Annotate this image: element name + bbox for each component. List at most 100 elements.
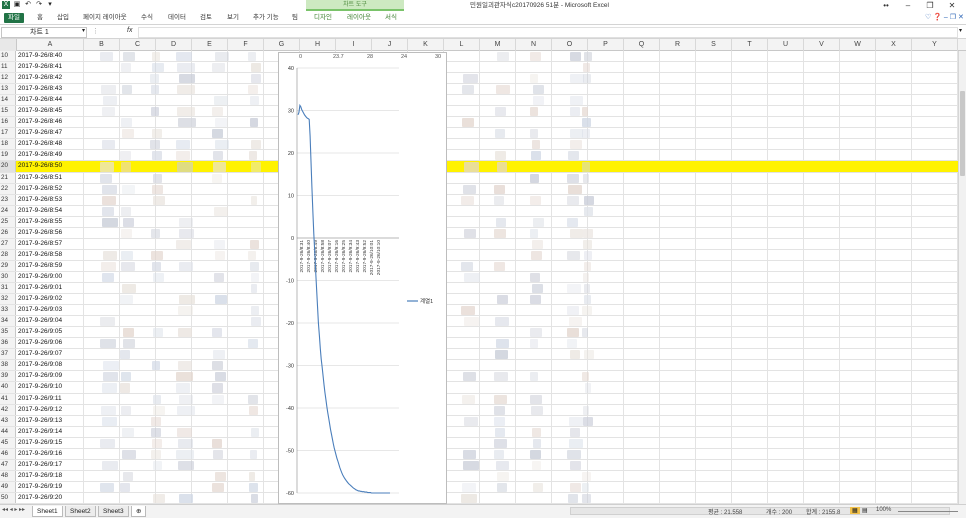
zoom-slider[interactable] bbox=[898, 511, 958, 512]
cell-timestamp[interactable]: 2017-9-26/8:41 bbox=[17, 62, 83, 72]
cell-timestamp[interactable]: 2017-9-26/9:03 bbox=[17, 305, 83, 315]
cell-timestamp[interactable]: 2017-9-26/8:57 bbox=[17, 239, 83, 249]
cell-timestamp[interactable]: 2017-9-26/9:15 bbox=[17, 438, 83, 448]
table-row[interactable]: 40 2017-9-26/9:10 bbox=[0, 382, 958, 394]
table-row[interactable]: 24 2017-9-26/8:54 bbox=[0, 205, 958, 217]
minimize-button[interactable]: – bbox=[898, 0, 918, 11]
row-number[interactable]: 30 bbox=[0, 271, 16, 283]
row-number[interactable]: 32 bbox=[0, 294, 16, 305]
ribbon-tab[interactable]: 홈 bbox=[37, 13, 43, 23]
cell-timestamp[interactable]: 2017-9-26/8:53 bbox=[17, 195, 83, 205]
table-row[interactable]: 32 2017-9-26/9:02 bbox=[0, 294, 958, 306]
row-number[interactable]: 37 bbox=[0, 349, 16, 360]
column-header[interactable]: P bbox=[588, 39, 624, 51]
table-row[interactable]: 27 2017-9-26/8:57 bbox=[0, 238, 958, 250]
row-number[interactable]: 22 bbox=[0, 183, 16, 194]
row-number[interactable]: 16 bbox=[0, 117, 16, 128]
row-number[interactable]: 13 bbox=[0, 84, 16, 95]
cell-timestamp[interactable]: 2017-9-26/9:17 bbox=[17, 460, 83, 470]
sheet-tab[interactable]: Sheet1 bbox=[32, 506, 63, 517]
column-header[interactable]: E bbox=[192, 39, 228, 51]
cell-timestamp[interactable]: 2017-9-26/9:01 bbox=[17, 283, 83, 293]
column-header[interactable]: T bbox=[732, 39, 768, 51]
table-row[interactable]: 38 2017-9-26/9:08 bbox=[0, 360, 958, 372]
table-row[interactable]: 43 2017-9-26/9:13 bbox=[0, 415, 958, 427]
column-header[interactable]: J bbox=[372, 39, 408, 51]
cell-timestamp[interactable]: 2017-9-26/9:11 bbox=[17, 394, 83, 404]
name-box[interactable]: 차트 1 bbox=[1, 27, 87, 38]
table-row[interactable]: 20 2017-9-26/8:50 bbox=[0, 161, 958, 173]
insert-function-icon[interactable]: fx bbox=[127, 27, 132, 34]
sheet-tab[interactable]: Sheet2 bbox=[65, 506, 96, 517]
cell-timestamp[interactable]: 2017-9-26/9:04 bbox=[17, 316, 83, 326]
chart-object[interactable]: 40 30 20 10 0 -10 -20 -30 -40 -50 -60 2017-9-26/8:3… bbox=[278, 52, 447, 504]
row-number[interactable]: 20 bbox=[0, 161, 16, 172]
column-header[interactable]: V bbox=[804, 39, 840, 51]
cell-timestamp[interactable]: 2017-9-26/8:51 bbox=[17, 173, 83, 183]
column-header[interactable]: Q bbox=[624, 39, 660, 51]
ribbon-window-controls-icon[interactable]: ♡ ❓ – ❐ ✕ bbox=[925, 13, 964, 21]
table-row[interactable]: 12 2017-9-26/8:42 bbox=[0, 73, 958, 85]
table-row[interactable]: 22 2017-9-26/8:52 bbox=[0, 183, 958, 195]
column-header[interactable]: I bbox=[336, 39, 372, 51]
table-row[interactable]: 13 2017-9-26/8:43 bbox=[0, 84, 958, 96]
column-header[interactable]: N bbox=[516, 39, 552, 51]
row-number[interactable]: 40 bbox=[0, 382, 16, 393]
cell-timestamp[interactable]: 2017-9-26/9:14 bbox=[17, 427, 83, 437]
cell-timestamp[interactable]: 2017-9-26/8:46 bbox=[17, 117, 83, 127]
cell-timestamp[interactable]: 2017-9-26/8:42 bbox=[17, 73, 83, 83]
select-all-corner[interactable] bbox=[0, 39, 17, 51]
cell-timestamp[interactable]: 2017-9-26/8:58 bbox=[17, 250, 83, 260]
table-row[interactable]: 36 2017-9-26/9:06 bbox=[0, 338, 958, 350]
add-sheet-icon[interactable]: ⊕ bbox=[131, 506, 147, 517]
cell-timestamp[interactable]: 2017-9-26/8:49 bbox=[17, 150, 83, 160]
worksheet-grid[interactable]: 10 2017-9-26/8:40 11 2017-9-26/8:41 12 2017-9… bbox=[0, 51, 958, 504]
cell-timestamp[interactable]: 2017-9-26/9:18 bbox=[17, 471, 83, 481]
column-header[interactable]: O bbox=[552, 39, 588, 51]
table-row[interactable]: 14 2017-9-26/8:44 bbox=[0, 95, 958, 107]
redo-icon[interactable]: ↷ bbox=[35, 1, 43, 9]
column-header[interactable]: G bbox=[264, 39, 300, 51]
cell-timestamp[interactable]: 2017-9-26/9:08 bbox=[17, 360, 83, 370]
table-row[interactable]: 42 2017-9-26/9:12 bbox=[0, 404, 958, 416]
table-row[interactable]: 46 2017-9-26/9:16 bbox=[0, 448, 958, 460]
row-number[interactable]: 27 bbox=[0, 238, 16, 249]
row-number[interactable]: 35 bbox=[0, 327, 16, 338]
cell-timestamp[interactable]: 2017-9-26/9:05 bbox=[17, 327, 83, 337]
row-number[interactable]: 25 bbox=[0, 216, 16, 227]
row-number[interactable]: 31 bbox=[0, 283, 16, 294]
horizontal-scrollbar[interactable] bbox=[570, 507, 950, 515]
sheet-nav-arrows-icon[interactable]: ◂◂ ◂ ▸ ▸▸ bbox=[2, 506, 25, 513]
ribbon-tab[interactable]: 수식 bbox=[141, 13, 153, 23]
row-number[interactable]: 42 bbox=[0, 404, 16, 415]
table-row[interactable]: 17 2017-9-26/8:47 bbox=[0, 128, 958, 140]
cell-timestamp[interactable]: 2017-9-26/8:45 bbox=[17, 106, 83, 116]
ribbon-tab[interactable]: 데이터 bbox=[168, 13, 186, 23]
table-row[interactable]: 33 2017-9-26/9:03 bbox=[0, 305, 958, 317]
row-number[interactable]: 34 bbox=[0, 316, 16, 327]
table-row[interactable]: 29 2017-9-26/8:59 bbox=[0, 260, 958, 272]
row-number[interactable]: 44 bbox=[0, 426, 16, 437]
restore-button[interactable]: ❐ bbox=[920, 0, 940, 11]
cell-timestamp[interactable]: 2017-9-26/8:48 bbox=[17, 139, 83, 149]
column-header[interactable]: F bbox=[228, 39, 264, 51]
cell-timestamp[interactable]: 2017-9-26/9:09 bbox=[17, 371, 83, 381]
row-number[interactable]: 23 bbox=[0, 194, 16, 205]
row-number[interactable]: 36 bbox=[0, 338, 16, 349]
table-row[interactable]: 31 2017-9-26/9:01 bbox=[0, 283, 958, 295]
vertical-scrollbar[interactable] bbox=[958, 51, 966, 504]
vertical-scroll-thumb[interactable] bbox=[960, 91, 965, 176]
table-row[interactable]: 10 2017-9-26/8:40 bbox=[0, 51, 958, 63]
row-number[interactable]: 28 bbox=[0, 249, 16, 260]
table-row[interactable]: 21 2017-9-26/8:51 bbox=[0, 172, 958, 184]
column-header[interactable]: U bbox=[768, 39, 804, 51]
expand-formula-bar-icon[interactable]: ▾ bbox=[959, 27, 962, 34]
table-row[interactable]: 18 2017-9-26/8:48 bbox=[0, 139, 958, 151]
table-row[interactable]: 23 2017-9-26/8:53 bbox=[0, 194, 958, 206]
row-number[interactable]: 26 bbox=[0, 227, 16, 238]
cell-timestamp[interactable]: 2017-9-26/8:52 bbox=[17, 184, 83, 194]
table-row[interactable]: 45 2017-9-26/9:15 bbox=[0, 437, 958, 449]
ribbon-tab[interactable]: 페이지 레이아웃 bbox=[83, 13, 127, 23]
column-header[interactable]: Y bbox=[912, 39, 958, 51]
close-button[interactable]: ✕ bbox=[942, 0, 962, 11]
